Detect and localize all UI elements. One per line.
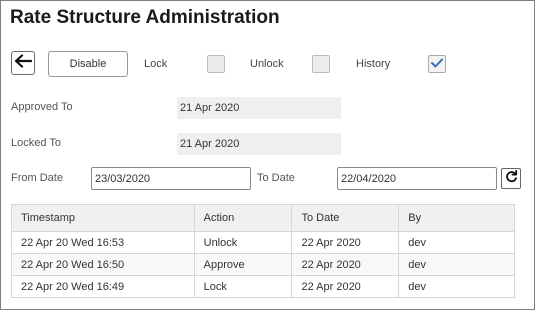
cell-action: Lock	[193, 275, 293, 298]
checkmark-icon	[431, 55, 443, 73]
table-row[interactable]: 22 Apr 20 Wed 16:53 Unlock 22 Apr 2020 d…	[11, 231, 515, 254]
history-checkbox[interactable]	[428, 55, 446, 73]
cell-by: dev	[398, 253, 515, 276]
locked-to-label: Locked To	[11, 137, 61, 149]
refresh-icon	[505, 169, 518, 188]
column-header-timestamp[interactable]: Timestamp	[11, 204, 195, 232]
arrow-left-icon	[14, 53, 33, 73]
window-frame: Rate Structure Administration Disable Lo…	[0, 0, 535, 310]
cell-to-date: 22 Apr 2020	[291, 231, 400, 254]
cell-to-date: 22 Apr 2020	[291, 253, 400, 276]
history-table: Timestamp Action To Date By 22 Apr 20 We…	[11, 204, 515, 298]
from-date-input[interactable]: 23/03/2020	[91, 167, 251, 190]
history-label: History	[356, 58, 391, 70]
disable-button[interactable]: Disable	[48, 51, 128, 77]
cell-by: dev	[398, 275, 515, 298]
column-header-action[interactable]: Action	[193, 204, 293, 232]
approved-to-value: 21 Apr 2020	[177, 97, 341, 119]
cell-timestamp: 22 Apr 20 Wed 16:50	[11, 253, 195, 276]
cell-by: dev	[398, 231, 515, 254]
lock-checkbox[interactable]	[207, 55, 225, 73]
column-header-by[interactable]: By	[398, 204, 515, 232]
back-button[interactable]	[11, 51, 35, 75]
table-header-row: Timestamp Action To Date By	[11, 204, 515, 232]
locked-to-value: 21 Apr 2020	[177, 133, 341, 155]
cell-timestamp: 22 Apr 20 Wed 16:49	[11, 275, 195, 298]
to-date-label: To Date	[257, 172, 295, 184]
approved-to-label: Approved To	[11, 101, 73, 113]
lock-label: Lock	[144, 58, 168, 70]
unlock-label: Unlock	[250, 58, 284, 70]
from-date-label: From Date	[11, 172, 63, 184]
page-title: Rate Structure Administration	[10, 7, 280, 28]
unlock-checkbox[interactable]	[312, 55, 330, 73]
cell-action: Approve	[193, 253, 293, 276]
to-date-input[interactable]: 22/04/2020	[337, 167, 497, 190]
column-header-to-date[interactable]: To Date	[291, 204, 400, 232]
cell-to-date: 22 Apr 2020	[291, 275, 400, 298]
table-row[interactable]: 22 Apr 20 Wed 16:49 Lock 22 Apr 2020 dev	[11, 275, 515, 298]
refresh-button[interactable]	[501, 168, 521, 189]
cell-timestamp: 22 Apr 20 Wed 16:53	[11, 231, 195, 254]
cell-action: Unlock	[193, 231, 293, 254]
table-row[interactable]: 22 Apr 20 Wed 16:50 Approve 22 Apr 2020 …	[11, 253, 515, 276]
